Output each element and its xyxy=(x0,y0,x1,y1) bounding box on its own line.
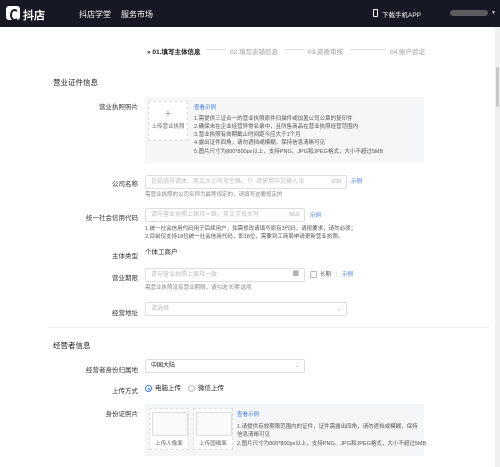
plus-icon: + xyxy=(164,108,172,120)
license-req-3: 3.营业执照有效期截止时间距今应大于1个月 xyxy=(194,132,301,138)
scrollbar-thumb[interactable] xyxy=(496,67,499,107)
license-photo-label: 营业执照照片 xyxy=(99,104,138,111)
company-name-counter: 0/30 xyxy=(331,179,341,185)
step-1: » 01.填写主体信息 xyxy=(147,49,201,56)
brand-name[interactable]: 抖店 xyxy=(23,7,45,23)
company-name-placeholder: 包括括号请体、英文大小写及空格。（）请使用中文输入法 xyxy=(151,179,305,185)
id-card-front-icon xyxy=(152,412,188,436)
upload-method-label: 上传方式 xyxy=(112,388,138,395)
user-account[interactable] xyxy=(450,10,488,16)
credit-code-label: 统一社会信用代码 xyxy=(86,215,138,222)
upload-method-radio-pc[interactable] xyxy=(145,385,152,392)
license-req-4: 4.露出证件四角，请勿遮挡或模糊，保持信息清晰可见 xyxy=(194,140,326,146)
id-req-1: 1.请提供有效期限范围内的证件，证件需露出四角，请勿遮挡或模糊，保持信息清晰可见 xyxy=(237,424,418,438)
phone-icon xyxy=(373,9,378,17)
longterm-label[interactable]: 长期 xyxy=(320,271,331,279)
chevron-down-icon: ⌄ xyxy=(294,363,299,369)
id-front-upload-box[interactable]: 上传人像面 xyxy=(149,408,189,450)
license-example-link[interactable]: 查看示例 xyxy=(194,104,216,112)
top-bar: 抖店 抖店学堂 服务市场 下载手机APP ▼ xyxy=(0,0,500,27)
company-name-label: 公司名称 xyxy=(112,181,138,188)
longterm-checkbox[interactable] xyxy=(310,271,317,278)
section-title-license: 营业证件信息 xyxy=(53,78,98,87)
business-term-input[interactable]: 请与营业执照上保持一致 ▦ xyxy=(145,268,305,282)
license-req-1: 1.需提供三证合一的营业执照原件扫描件或加盖公司公章的复印件 xyxy=(194,116,353,122)
download-app-link[interactable]: 下载手机APP xyxy=(382,9,421,19)
license-upload-box[interactable]: + 上传营业执照 xyxy=(148,101,188,141)
credit-code-hint-2: 2.目前仅支持18位统一社会信用代码，即18位，需要到工商局申请更新营业执照。 xyxy=(145,234,344,240)
chevron-down-icon[interactable]: ▼ xyxy=(491,10,496,16)
nav-link-academy[interactable]: 抖店学堂 xyxy=(79,9,111,20)
calendar-icon[interactable]: ▦ xyxy=(292,268,299,280)
step-connector xyxy=(350,49,386,50)
step-3: 03.资质审核 xyxy=(308,49,344,56)
separator: | xyxy=(336,272,338,278)
upload-method-wechat-label[interactable]: 微信上传 xyxy=(198,385,224,393)
id-back-upload-box[interactable]: 上传国徽面 xyxy=(193,408,233,450)
business-address-select[interactable]: 请选择 ⌄ xyxy=(145,302,347,316)
id-front-label: 上传人像面 xyxy=(155,441,183,447)
license-upload-label: 上传营业执照 xyxy=(151,124,185,130)
credit-code-hint-1: 1.统一社会信用代码用于后续用户，如需修改请填写原有3代码，请按要求，请勿必须； xyxy=(145,226,357,232)
business-term-example-link[interactable]: 示例 xyxy=(342,271,353,279)
step-4: 04.账户验证 xyxy=(390,49,426,56)
region-select[interactable]: 中国大陆 ⌄ xyxy=(145,359,305,373)
id-back-label: 上传国徽面 xyxy=(199,441,227,447)
company-name-input[interactable]: 包括括号请体、英文大小写及空格。（）请使用中文输入法 0/30 xyxy=(145,175,347,189)
credit-code-input[interactable]: 请与营业执照上保持一致，英文字母大写 0/18 xyxy=(145,208,305,222)
id-example-link[interactable]: 查看示例 xyxy=(237,411,259,419)
business-term-label: 营业期限 xyxy=(112,275,138,282)
chevron-down-icon: ⌄ xyxy=(336,306,341,312)
step-connector xyxy=(206,49,226,50)
step-connector xyxy=(284,49,304,50)
business-address-label: 经营地址 xyxy=(112,310,138,317)
section-title-operator: 经营者信息 xyxy=(53,341,91,350)
id-photo-label: 身份证照片 xyxy=(105,411,139,418)
section-divider xyxy=(48,327,490,328)
entity-type-label: 主体类型 xyxy=(112,253,138,260)
region-value: 中国大陆 xyxy=(151,363,176,369)
company-name-hint: 需营业执照的公司名称为最等规定的，请填写这要规定的 xyxy=(145,192,283,198)
douyin-logo-icon[interactable] xyxy=(6,6,20,21)
upload-method-radio-wechat[interactable] xyxy=(188,385,195,392)
business-address-placeholder: 请选择 xyxy=(151,306,170,312)
entity-type-value: 个体工商户 xyxy=(145,249,178,256)
business-term-hint: 需营业执照没有营业期限，请勾选'长期'选项 xyxy=(145,285,252,291)
license-req-2: 2.确保未在企业经营异常名录中，且所售商品在营业执照经营范围内 xyxy=(194,124,359,130)
id-card-back-icon xyxy=(196,412,232,436)
nav-link-market[interactable]: 服务市场 xyxy=(121,9,153,20)
business-term-placeholder: 请与营业执照上保持一致 xyxy=(151,272,218,278)
credit-code-placeholder: 请与营业执照上保持一致，英文字母大写 xyxy=(151,212,260,218)
company-name-example-link[interactable]: 示例 xyxy=(351,178,362,186)
step-2: 02.填写店铺信息 xyxy=(230,49,279,56)
credit-code-example-link[interactable]: 示例 xyxy=(310,212,321,220)
region-label: 经营者身份归属地 xyxy=(86,367,138,374)
id-req-2: 2.图片尺寸为800*800px以上，支持PNG、JPG和JPEG格式，大小不超… xyxy=(237,441,427,447)
license-req-5: 5.图片尺寸为800*800px以上，支持PNG、JPG和JPEG格式，大小不超… xyxy=(194,149,384,155)
upload-method-pc-label[interactable]: 电脑上传 xyxy=(155,385,181,393)
credit-code-counter: 0/18 xyxy=(289,212,299,218)
scrollbar[interactable] xyxy=(495,27,500,467)
